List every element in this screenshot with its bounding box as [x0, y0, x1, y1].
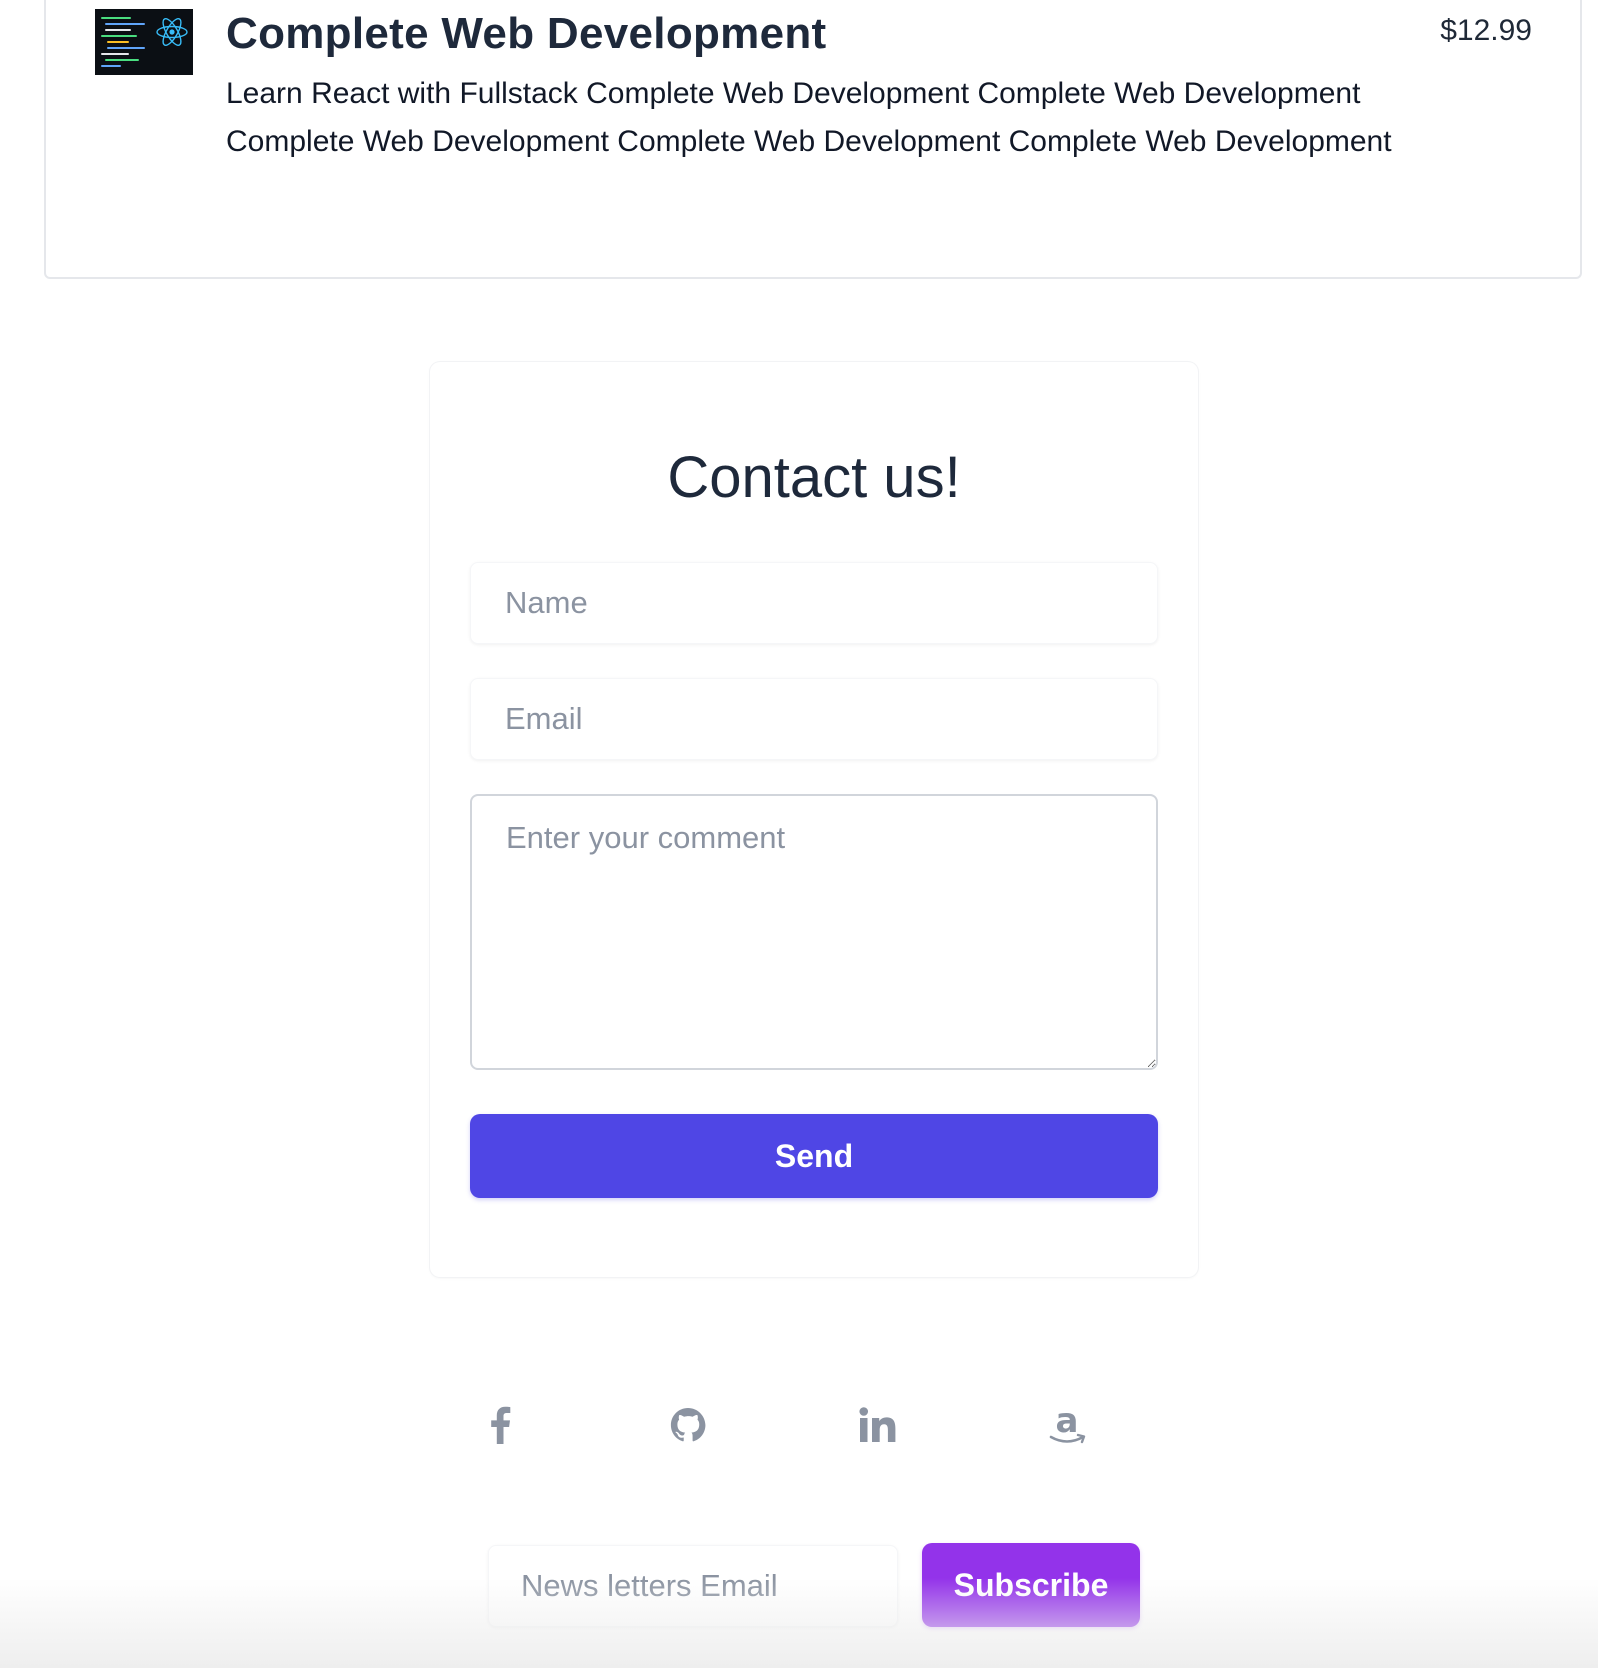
social-links: a: [0, 1400, 1598, 1450]
name-input[interactable]: [470, 562, 1158, 644]
code-line: [101, 65, 121, 67]
react-logo-icon: [156, 18, 188, 46]
send-button[interactable]: Send: [470, 1114, 1158, 1198]
code-line: [105, 23, 145, 25]
course-description: Learn React with Fullstack Complete Web …: [226, 77, 1392, 158]
code-line: [101, 17, 131, 19]
course-thumbnail: [95, 9, 193, 75]
svg-text:a: a: [1056, 1404, 1079, 1441]
course-title: Complete Web Development: [226, 9, 827, 58]
course-price: $12.99: [1440, 14, 1532, 47]
comment-textarea[interactable]: [470, 794, 1158, 1070]
code-line: [101, 35, 137, 37]
code-line: [107, 41, 129, 43]
github-icon[interactable]: [666, 1400, 710, 1450]
amazon-icon[interactable]: a: [1044, 1400, 1090, 1450]
code-line: [101, 53, 129, 55]
code-line: [107, 47, 145, 49]
linkedin-icon[interactable]: [856, 1400, 900, 1450]
facebook-icon[interactable]: [480, 1400, 520, 1450]
bottom-fade: [0, 1578, 1598, 1668]
contact-form-card: Contact us! Send: [430, 362, 1198, 1277]
course-card: Complete Web Development $12.99 Learn Re…: [44, 0, 1582, 279]
email-input[interactable]: [470, 678, 1158, 760]
code-line: [105, 29, 131, 31]
contact-title: Contact us!: [667, 445, 961, 510]
code-line: [105, 59, 139, 61]
